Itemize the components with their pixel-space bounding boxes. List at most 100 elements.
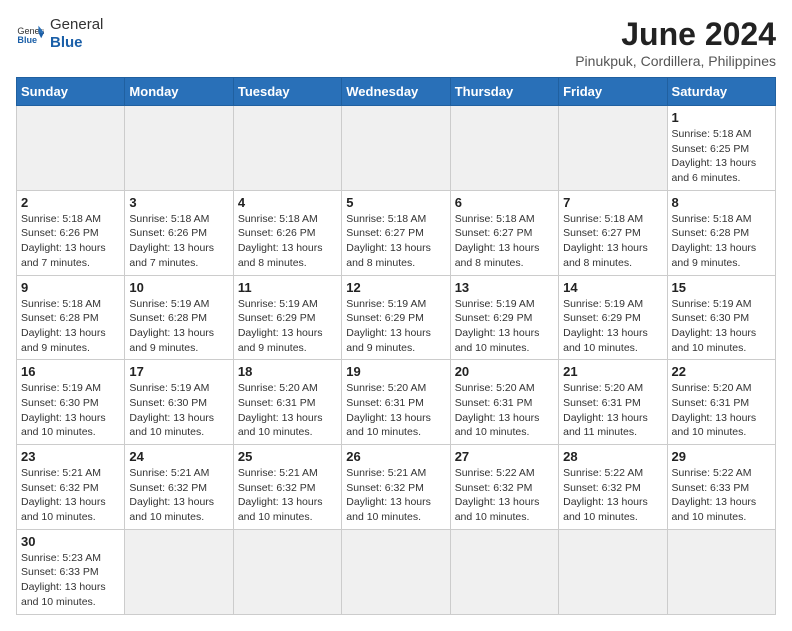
calendar-day-empty <box>342 106 450 191</box>
calendar-day-18: 18Sunrise: 5:20 AM Sunset: 6:31 PM Dayli… <box>233 360 341 445</box>
logo: General Blue General Blue <box>16 16 103 52</box>
day-info: Sunrise: 5:18 AM Sunset: 6:28 PM Dayligh… <box>21 297 120 356</box>
calendar-week-row: 16Sunrise: 5:19 AM Sunset: 6:30 PM Dayli… <box>17 360 776 445</box>
calendar-day-16: 16Sunrise: 5:19 AM Sunset: 6:30 PM Dayli… <box>17 360 125 445</box>
day-number: 24 <box>129 449 228 464</box>
day-info: Sunrise: 5:18 AM Sunset: 6:28 PM Dayligh… <box>672 212 771 271</box>
day-number: 22 <box>672 364 771 379</box>
day-number: 8 <box>672 195 771 210</box>
day-info: Sunrise: 5:19 AM Sunset: 6:30 PM Dayligh… <box>672 297 771 356</box>
day-info: Sunrise: 5:19 AM Sunset: 6:29 PM Dayligh… <box>455 297 554 356</box>
day-number: 2 <box>21 195 120 210</box>
day-info: Sunrise: 5:18 AM Sunset: 6:25 PM Dayligh… <box>672 127 771 186</box>
calendar-day-21: 21 Sunrise: 5:20 AM Sunset: 6:31 PM Dayli… <box>559 360 667 445</box>
day-info: Sunrise: 5:19 AM Sunset: 6:30 PM Dayligh… <box>129 381 228 440</box>
calendar-day-15: 15 Sunrise: 5:19 AM Sunset: 6:30 PM Dayli… <box>667 275 775 360</box>
logo-icon: General Blue <box>16 20 44 48</box>
calendar-day-1: 1Sunrise: 5:18 AM Sunset: 6:25 PM Daylig… <box>667 106 775 191</box>
calendar-day-27: 27 Sunrise: 5:22 AM Sunset: 6:32 PM Dayli… <box>450 445 558 530</box>
day-number: 19 <box>346 364 445 379</box>
calendar-day-empty <box>233 106 341 191</box>
day-info: Sunrise: 5:22 AM Sunset: 6:33 PM Dayligh… <box>672 466 771 525</box>
calendar-day-14: 14 Sunrise: 5:19 AM Sunset: 6:29 PM Dayli… <box>559 275 667 360</box>
calendar-day-29: 29Sunrise: 5:22 AM Sunset: 6:33 PM Dayli… <box>667 445 775 530</box>
day-number: 28 <box>563 449 662 464</box>
day-number: 20 <box>455 364 554 379</box>
day-number: 4 <box>238 195 337 210</box>
calendar-day-empty <box>233 529 341 614</box>
calendar-day-empty <box>450 106 558 191</box>
weekday-header-sunday: Sunday <box>17 78 125 106</box>
day-info: Sunrise: 5:21 AM Sunset: 6:32 PM Dayligh… <box>129 466 228 525</box>
day-number: 13 <box>455 280 554 295</box>
calendar-day-24: 24 Sunrise: 5:21 AM Sunset: 6:32 PM Dayli… <box>125 445 233 530</box>
day-info: Sunrise: 5:21 AM Sunset: 6:32 PM Dayligh… <box>21 466 120 525</box>
weekday-header-row: SundayMondayTuesdayWednesdayThursdayFrid… <box>17 78 776 106</box>
day-info: Sunrise: 5:23 AM Sunset: 6:33 PM Dayligh… <box>21 551 120 610</box>
day-number: 30 <box>21 534 120 549</box>
day-number: 25 <box>238 449 337 464</box>
day-info: Sunrise: 5:21 AM Sunset: 6:32 PM Dayligh… <box>238 466 337 525</box>
day-info: Sunrise: 5:20 AM Sunset: 6:31 PM Dayligh… <box>346 381 445 440</box>
day-info: Sunrise: 5:19 AM Sunset: 6:28 PM Dayligh… <box>129 297 228 356</box>
calendar-day-20: 20 Sunrise: 5:20 AM Sunset: 6:31 PM Dayli… <box>450 360 558 445</box>
page-header: General Blue General Blue June 2024 Pinu… <box>16 16 776 69</box>
calendar-day-empty <box>17 106 125 191</box>
day-number: 12 <box>346 280 445 295</box>
day-info: Sunrise: 5:19 AM Sunset: 6:29 PM Dayligh… <box>346 297 445 356</box>
weekday-header-saturday: Saturday <box>667 78 775 106</box>
logo-blue-text: Blue <box>50 34 103 52</box>
day-info: Sunrise: 5:22 AM Sunset: 6:32 PM Dayligh… <box>455 466 554 525</box>
calendar-week-row: 30 Sunrise: 5:23 AM Sunset: 6:33 PM Dayli… <box>17 529 776 614</box>
day-info: Sunrise: 5:19 AM Sunset: 6:29 PM Dayligh… <box>563 297 662 356</box>
day-number: 27 <box>455 449 554 464</box>
calendar-week-row: 9 Sunrise: 5:18 AM Sunset: 6:28 PM Daylig… <box>17 275 776 360</box>
weekday-header-thursday: Thursday <box>450 78 558 106</box>
day-number: 23 <box>21 449 120 464</box>
logo-general-text: General <box>50 16 103 34</box>
weekday-header-tuesday: Tuesday <box>233 78 341 106</box>
calendar-day-4: 4Sunrise: 5:18 AM Sunset: 6:26 PM Daylig… <box>233 190 341 275</box>
calendar-day-empty <box>125 106 233 191</box>
day-info: Sunrise: 5:21 AM Sunset: 6:32 PM Dayligh… <box>346 466 445 525</box>
day-number: 15 <box>672 280 771 295</box>
calendar-table: SundayMondayTuesdayWednesdayThursdayFrid… <box>16 77 776 615</box>
day-number: 17 <box>129 364 228 379</box>
calendar-day-25: 25 Sunrise: 5:21 AM Sunset: 6:32 PM Dayli… <box>233 445 341 530</box>
weekday-header-friday: Friday <box>559 78 667 106</box>
day-number: 21 <box>563 364 662 379</box>
day-number: 11 <box>238 280 337 295</box>
day-info: Sunrise: 5:20 AM Sunset: 6:31 PM Dayligh… <box>238 381 337 440</box>
day-info: Sunrise: 5:18 AM Sunset: 6:27 PM Dayligh… <box>455 212 554 271</box>
day-info: Sunrise: 5:18 AM Sunset: 6:26 PM Dayligh… <box>129 212 228 271</box>
day-info: Sunrise: 5:18 AM Sunset: 6:27 PM Dayligh… <box>563 212 662 271</box>
day-info: Sunrise: 5:20 AM Sunset: 6:31 PM Dayligh… <box>563 381 662 440</box>
title-section: June 2024 Pinukpuk, Cordillera, Philippi… <box>575 16 776 69</box>
calendar-day-empty <box>559 529 667 614</box>
calendar-day-28: 28Sunrise: 5:22 AM Sunset: 6:32 PM Dayli… <box>559 445 667 530</box>
day-number: 14 <box>563 280 662 295</box>
day-number: 6 <box>455 195 554 210</box>
calendar-day-2: 2 Sunrise: 5:18 AM Sunset: 6:26 PM Daylig… <box>17 190 125 275</box>
calendar-day-6: 6 Sunrise: 5:18 AM Sunset: 6:27 PM Daylig… <box>450 190 558 275</box>
weekday-header-monday: Monday <box>125 78 233 106</box>
location-subtitle: Pinukpuk, Cordillera, Philippines <box>575 53 776 69</box>
calendar-day-10: 10Sunrise: 5:19 AM Sunset: 6:28 PM Dayli… <box>125 275 233 360</box>
day-number: 7 <box>563 195 662 210</box>
calendar-day-22: 22 Sunrise: 5:20 AM Sunset: 6:31 PM Dayli… <box>667 360 775 445</box>
calendar-day-19: 19 Sunrise: 5:20 AM Sunset: 6:31 PM Dayli… <box>342 360 450 445</box>
day-info: Sunrise: 5:19 AM Sunset: 6:30 PM Dayligh… <box>21 381 120 440</box>
calendar-day-13: 13 Sunrise: 5:19 AM Sunset: 6:29 PM Dayli… <box>450 275 558 360</box>
day-number: 9 <box>21 280 120 295</box>
calendar-day-17: 17 Sunrise: 5:19 AM Sunset: 6:30 PM Dayli… <box>125 360 233 445</box>
calendar-day-empty <box>667 529 775 614</box>
calendar-day-12: 12 Sunrise: 5:19 AM Sunset: 6:29 PM Dayli… <box>342 275 450 360</box>
calendar-day-26: 26Sunrise: 5:21 AM Sunset: 6:32 PM Dayli… <box>342 445 450 530</box>
day-info: Sunrise: 5:19 AM Sunset: 6:29 PM Dayligh… <box>238 297 337 356</box>
day-info: Sunrise: 5:18 AM Sunset: 6:27 PM Dayligh… <box>346 212 445 271</box>
day-info: Sunrise: 5:20 AM Sunset: 6:31 PM Dayligh… <box>672 381 771 440</box>
day-info: Sunrise: 5:20 AM Sunset: 6:31 PM Dayligh… <box>455 381 554 440</box>
calendar-week-row: 1Sunrise: 5:18 AM Sunset: 6:25 PM Daylig… <box>17 106 776 191</box>
day-info: Sunrise: 5:18 AM Sunset: 6:26 PM Dayligh… <box>21 212 120 271</box>
calendar-day-empty <box>559 106 667 191</box>
